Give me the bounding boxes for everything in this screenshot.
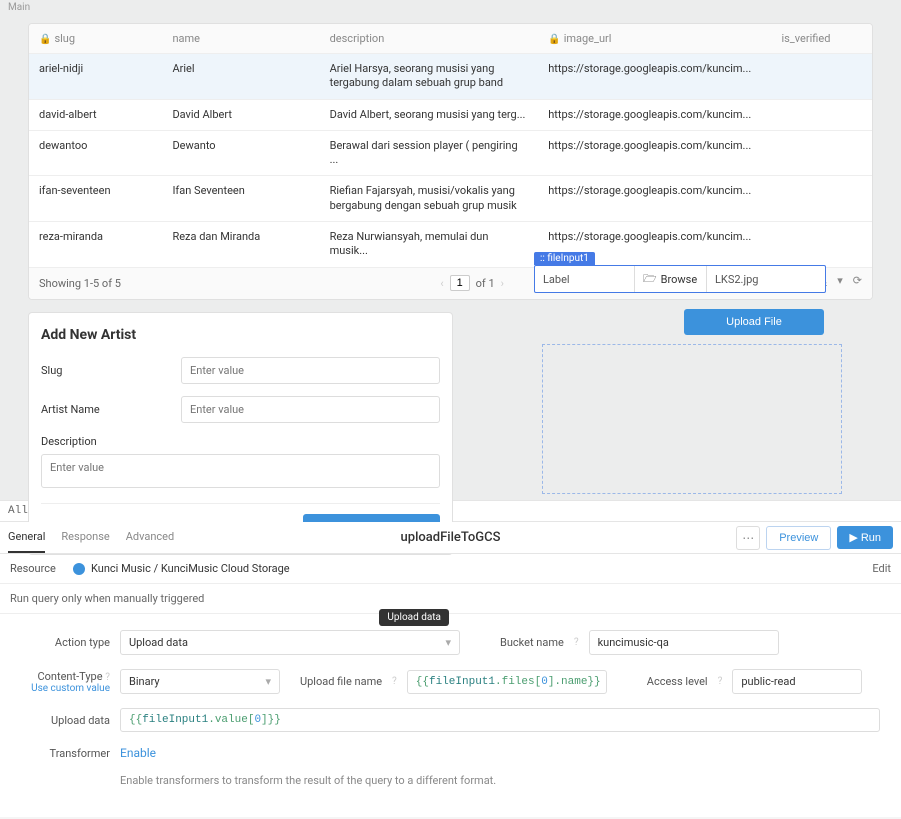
prev-page-icon[interactable]: ‹ — [440, 277, 443, 290]
name-input[interactable] — [181, 396, 440, 423]
table-row[interactable]: dewantooDewantoBerawal dari session play… — [29, 130, 872, 176]
table-cell: Reza Nurwiansyah, memulai dun musik... — [320, 222, 539, 268]
column-header[interactable]: is_verified — [771, 24, 872, 54]
table-cell: https://storage.googleapis.com/kuncim... — [538, 99, 771, 130]
transformer-label: Transformer — [10, 747, 110, 760]
table-cell: Reza dan Miranda — [162, 222, 319, 268]
page-input[interactable] — [450, 275, 470, 291]
table-cell — [771, 176, 872, 222]
desc-label: Description — [41, 435, 181, 448]
lock-icon: 🔒 — [39, 34, 51, 45]
upload-data-input[interactable]: {{fileInput1.value[0]}} — [120, 708, 880, 732]
play-icon: ▶ — [849, 531, 857, 544]
use-custom-value-link[interactable]: Use custom value — [10, 683, 110, 694]
query-name[interactable]: uploadFileToGCS — [401, 530, 501, 545]
upload-name-label: Upload file name — [300, 675, 382, 688]
name-label: Artist Name — [41, 403, 181, 416]
refresh-icon[interactable]: ⟳ — [853, 274, 862, 293]
action-type-select[interactable]: Upload data ▾ Upload data — [120, 630, 460, 655]
component-tag[interactable]: :: fileInput1 — [534, 252, 595, 265]
table-cell: David Albert — [162, 99, 319, 130]
table-cell: ifan-seventeen — [29, 176, 162, 222]
resource-select[interactable]: Kunci Music / KunciMusic Cloud Storage — [73, 562, 864, 575]
content-type-select[interactable]: Binary ▾ — [120, 669, 280, 694]
help-icon: ? — [392, 676, 397, 687]
lock-icon: 🔒 — [548, 34, 560, 45]
page-of: of 1 — [476, 277, 495, 290]
form-title: Add New Artist — [41, 327, 440, 343]
bucket-input[interactable]: kuncimusic-qa — [589, 630, 779, 655]
desc-input[interactable] — [41, 454, 440, 488]
upload-file-button[interactable]: Upload File — [684, 309, 824, 335]
table-cell: Berawal dari session player ( pengiring … — [320, 130, 539, 176]
add-artist-form: Add New Artist Slug Artist Name Descript… — [28, 312, 453, 555]
table-row[interactable]: ariel-nidjiArielAriel Harsya, seorang mu… — [29, 54, 872, 100]
slug-input[interactable] — [181, 357, 440, 384]
browse-button[interactable]: 🗁 Browse — [635, 266, 707, 292]
resource-icon — [73, 563, 85, 575]
tab-advanced[interactable]: Advanced — [126, 522, 174, 553]
next-page-icon[interactable]: › — [501, 277, 504, 290]
access-input[interactable]: public-read — [732, 669, 862, 694]
trigger-mode[interactable]: Run query only when manually triggered — [10, 592, 204, 605]
table-cell — [771, 130, 872, 176]
content-type-label: Content-Type ? Use custom value — [10, 670, 110, 694]
table-cell: Riefian Fajarsyah, musisi/vokalis yang b… — [320, 176, 539, 222]
help-icon: ? — [718, 676, 723, 687]
bucket-label: Bucket name — [500, 636, 564, 649]
table-row[interactable]: david-albertDavid AlbertDavid Albert, se… — [29, 99, 872, 130]
table-cell: Dewanto — [162, 130, 319, 176]
column-header[interactable]: 🔒slug — [29, 24, 162, 54]
preview-button[interactable]: Preview — [766, 526, 831, 550]
table-cell: Ariel Harsya, seorang musisi yang tergab… — [320, 54, 539, 100]
table-cell: https://storage.googleapis.com/kuncim... — [538, 176, 771, 222]
table-cell: David Albert, seorang musisi yang terg..… — [320, 99, 539, 130]
table-cell: reza-miranda — [29, 222, 162, 268]
help-icon: ? — [574, 637, 579, 648]
file-input-row: Label 🗁 Browse LKS2.jpg — [534, 265, 826, 293]
table-showing: Showing 1-5 of 5 — [39, 277, 121, 290]
run-button[interactable]: ▶Run — [837, 526, 893, 549]
table-cell: https://storage.googleapis.com/kuncim... — [538, 54, 771, 100]
file-label: Label — [535, 266, 635, 292]
drop-zone[interactable] — [542, 344, 842, 494]
slug-label: Slug — [41, 364, 181, 377]
transformer-enable-link[interactable]: Enable — [120, 746, 156, 760]
column-header[interactable]: description — [320, 24, 539, 54]
table-cell: Ifan Seventeen — [162, 176, 319, 222]
resource-label: Resource — [10, 562, 65, 575]
chevron-down-icon: ▾ — [265, 675, 271, 688]
column-header[interactable]: 🔒image_url — [538, 24, 771, 54]
canvas-label: Main — [0, 0, 901, 15]
tooltip: Upload data — [379, 609, 449, 626]
table-row[interactable]: ifan-seventeenIfan SeventeenRiefian Faja… — [29, 176, 872, 222]
chevron-down-icon: ▾ — [445, 636, 451, 649]
transformer-helper: Enable transformers to transform the res… — [120, 774, 891, 787]
table-cell — [771, 54, 872, 100]
table-cell: https://storage.googleapis.com/kuncim... — [538, 130, 771, 176]
file-name: LKS2.jpg — [707, 266, 825, 292]
table-cell: Ariel — [162, 54, 319, 100]
tab-general[interactable]: General — [8, 522, 45, 553]
filter-icon[interactable]: ▾ — [837, 274, 843, 293]
table-cell: david-albert — [29, 99, 162, 130]
table-cell: dewantoo — [29, 130, 162, 176]
action-type-label: Action type — [10, 636, 110, 649]
edit-resource-link[interactable]: Edit — [872, 562, 891, 575]
column-header[interactable]: name — [162, 24, 319, 54]
tab-response[interactable]: Response — [61, 522, 109, 553]
more-icon[interactable]: ⋯ — [736, 526, 760, 550]
table-cell — [771, 99, 872, 130]
browse-icon: 🗁 — [643, 270, 657, 289]
access-label: Access level — [647, 675, 708, 688]
paginator: ‹ of 1 › — [440, 275, 504, 291]
upload-data-label: Upload data — [10, 714, 110, 727]
table-cell: ariel-nidji — [29, 54, 162, 100]
upload-name-input[interactable]: {{fileInput1.files[0].name}} — [407, 670, 607, 694]
